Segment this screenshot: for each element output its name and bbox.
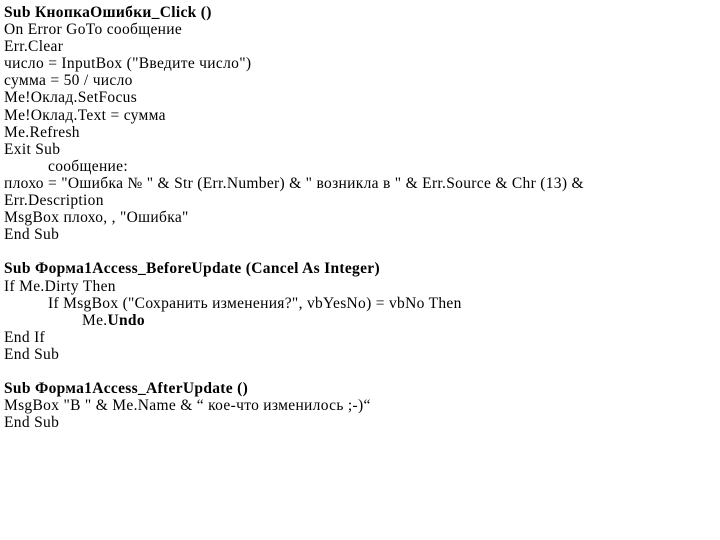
code-segment-emphasis: Undo [107, 311, 145, 329]
code-line: End Sub [4, 226, 60, 244]
procedure-block: Sub Форма1Access_BeforeUpdate (Cancel As… [4, 260, 720, 363]
code-line: Err.Description [4, 192, 104, 210]
code-line: MsgBox плохо, , "Ошибка" [4, 209, 189, 227]
code-line: End Sub [4, 414, 60, 432]
code-line: If Me.Dirty Then [4, 277, 116, 295]
procedure-block: Sub КнопкаОшибки_Click () On Error GoTo с… [4, 4, 720, 243]
code-line: Me.Undo [4, 312, 720, 329]
code-line: число = InputBox ("Введите число") [4, 55, 252, 73]
code-listing: Sub КнопкаОшибки_Click () On Error GoTo с… [4, 4, 720, 431]
procedure-header-line: Sub КнопкаОшибки_Click () [4, 4, 212, 21]
code-segment-plain: Me. [82, 311, 108, 329]
procedure-block: Sub Форма1Access_AfterUpdate () MsgBox "В… [4, 380, 720, 431]
code-line: сумма = 50 / число [4, 72, 133, 90]
code-line: End If [4, 328, 46, 346]
code-line: End Sub [4, 345, 60, 363]
code-line: плохо = "Ошибка № " & Str (Err.Number) &… [4, 174, 584, 192]
procedure-header-line: Sub Форма1Access_BeforeUpdate (Cancel As… [4, 260, 380, 278]
procedure-header-line: Sub Форма1Access_AfterUpdate () [4, 380, 249, 398]
code-line: MsgBox "В " & Me.Name & “ кое-что измени… [4, 397, 371, 415]
code-line: On Error GoTo сообщение [4, 21, 183, 39]
code-line: If MsgBox ("Сохранить изменения?", vbYes… [48, 294, 462, 312]
code-line: сообщение: [48, 157, 128, 175]
code-slide: Sub КнопкаОшибки_Click () On Error GoTo с… [0, 0, 720, 540]
code-line: Me!Оклад.Text = сумма [4, 106, 166, 124]
code-line: Err.Clear [4, 38, 64, 56]
code-line: Me!Оклад.SetFocus [4, 89, 138, 107]
code-line: Exit Sub [4, 140, 61, 158]
code-line: Me.Refresh [4, 123, 80, 141]
